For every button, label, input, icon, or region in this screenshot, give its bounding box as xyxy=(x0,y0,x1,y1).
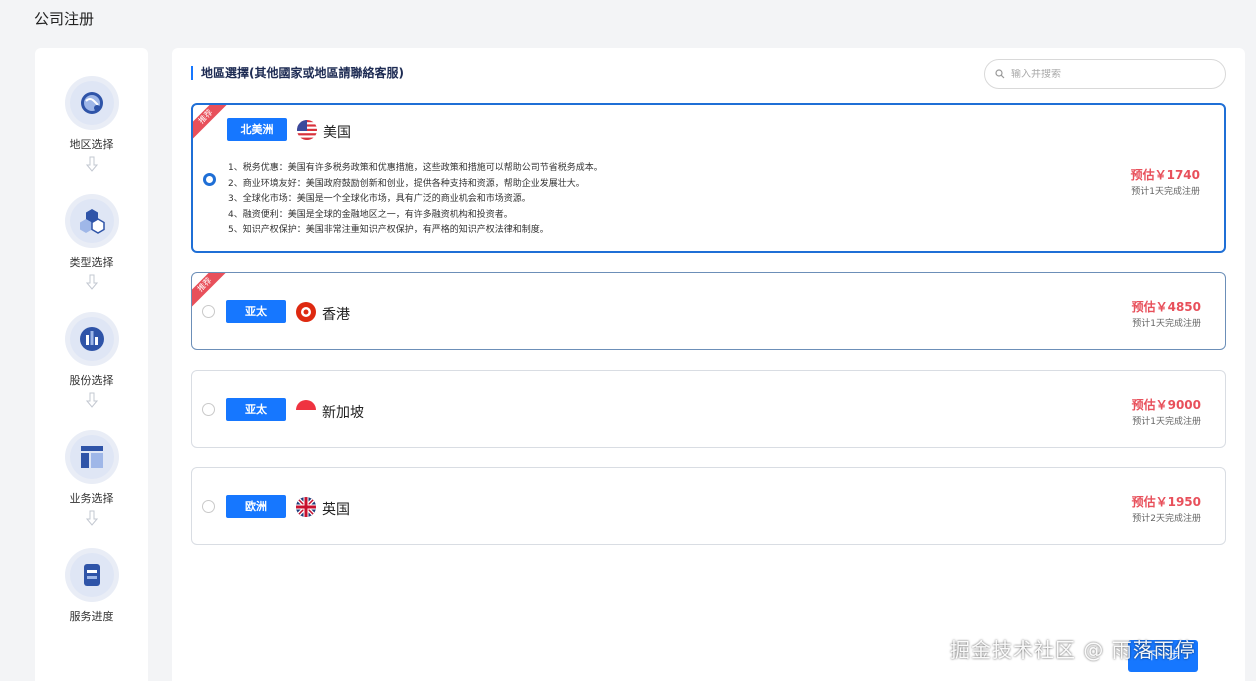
bar-chart-icon xyxy=(64,312,119,366)
region-card-uk[interactable]: 欧洲 英国 预估￥1950 预计2天完成注册 xyxy=(191,467,1226,545)
step-type[interactable]: 类型选择 xyxy=(35,194,148,294)
step-region[interactable]: 地区选择 xyxy=(35,76,148,176)
region-radio[interactable] xyxy=(202,500,215,513)
hk-flag xyxy=(296,302,316,322)
area-tag: 北美洲 xyxy=(227,118,287,141)
eta-text: 预计1天完成注册 xyxy=(1131,187,1200,197)
region-radio[interactable] xyxy=(202,305,215,318)
eta-text: 预计1天完成注册 xyxy=(1132,417,1201,427)
search-box[interactable] xyxy=(984,59,1226,89)
benefit-item: 1、税务优惠：美国有许多税务政策和优惠措施，这些政策和措施可以帮助公司节省税务成… xyxy=(228,163,603,173)
country-name: 香港 xyxy=(322,307,350,323)
page-title: 公司注册 xyxy=(34,10,95,28)
region-card-us[interactable]: 推荐 北美洲 美国 1、税务优惠：美国有许多税务政策和优惠措施，这些政策和措施可… xyxy=(191,103,1226,253)
globe-icon xyxy=(64,76,119,130)
price-estimate: 预估￥1950 xyxy=(1131,495,1201,509)
benefit-item: 5、知识产权保护：美国非常注重知识产权保护，有严格的知识产权法律和制度。 xyxy=(228,225,549,235)
country-name: 美国 xyxy=(323,125,351,141)
hexagons-icon xyxy=(64,194,119,248)
benefits-list: 1、税务优惠：美国有许多税务政策和优惠措施，这些政策和措施可以帮助公司节省税务成… xyxy=(228,161,603,239)
area-tag: 亚太 xyxy=(226,398,286,421)
eta-text: 预计1天完成注册 xyxy=(1132,319,1201,329)
arrow-down-icon xyxy=(85,392,98,408)
sg-flag xyxy=(296,400,316,420)
watermark: 掘金技术社区 @ 雨落雨停 xyxy=(950,638,1196,662)
steps-sidebar: 地区选择 类型选择 股份选择 业务选择 服务进度 xyxy=(35,48,148,681)
price-estimate: 预估￥1740 xyxy=(1130,168,1200,182)
step-progress[interactable]: 服务进度 xyxy=(35,548,148,624)
arrow-down-icon xyxy=(85,274,98,290)
region-card-sg[interactable]: 亚太 新加坡 预估￥9000 预计1天完成注册 xyxy=(191,370,1226,448)
benefit-item: 2、商业环境友好：美国政府鼓励创新和创业，提供各种支持和资源，帮助企业发展壮大。 xyxy=(228,178,585,189)
recommend-ribbon: 推荐 xyxy=(193,105,230,141)
step-label: 股份选择 xyxy=(69,374,114,387)
section-title: 地區選擇(其他國家或地區請聯絡客服) xyxy=(191,66,404,80)
us-flag xyxy=(297,120,317,140)
price-estimate: 预估￥4850 xyxy=(1131,300,1201,314)
arrow-down-icon xyxy=(85,510,98,526)
layout-icon xyxy=(64,430,119,484)
step-shares[interactable]: 股份选择 xyxy=(35,312,148,412)
region-card-hk[interactable]: 推荐 亚太 香港 预估￥4850 预计1天完成注册 xyxy=(191,272,1226,350)
step-label: 服务进度 xyxy=(69,610,114,623)
country-name: 新加坡 xyxy=(322,405,364,421)
search-icon xyxy=(995,69,1005,79)
step-business[interactable]: 业务选择 xyxy=(35,430,148,530)
benefit-item: 4、融资便利：美国是全球的金融地区之一，有许多融资机构和投资者。 xyxy=(228,209,513,220)
benefit-item: 3、全球化市场：美国是一个全球化市场，具有广泛的商业机会和市场资源。 xyxy=(228,194,531,204)
eta-text: 预计2天完成注册 xyxy=(1132,514,1201,524)
region-radio[interactable] xyxy=(203,173,216,186)
recommend-ribbon: 推荐 xyxy=(192,273,229,309)
search-input[interactable] xyxy=(1011,68,1211,80)
area-tag: 欧洲 xyxy=(226,495,286,518)
uk-flag xyxy=(296,497,316,517)
step-label: 类型选择 xyxy=(69,256,114,269)
main-panel: 地區選擇(其他國家或地區請聯絡客服) 推荐 北美洲 美国 1、税务优惠：美国有许… xyxy=(172,48,1245,681)
country-name: 英国 xyxy=(322,502,350,518)
arrow-down-icon xyxy=(85,156,98,172)
price-estimate: 预估￥9000 xyxy=(1131,398,1201,412)
region-radio[interactable] xyxy=(202,403,215,416)
area-tag: 亚太 xyxy=(226,300,286,323)
step-label: 地区选择 xyxy=(69,138,114,151)
document-icon xyxy=(64,548,119,602)
step-label: 业务选择 xyxy=(69,492,114,505)
